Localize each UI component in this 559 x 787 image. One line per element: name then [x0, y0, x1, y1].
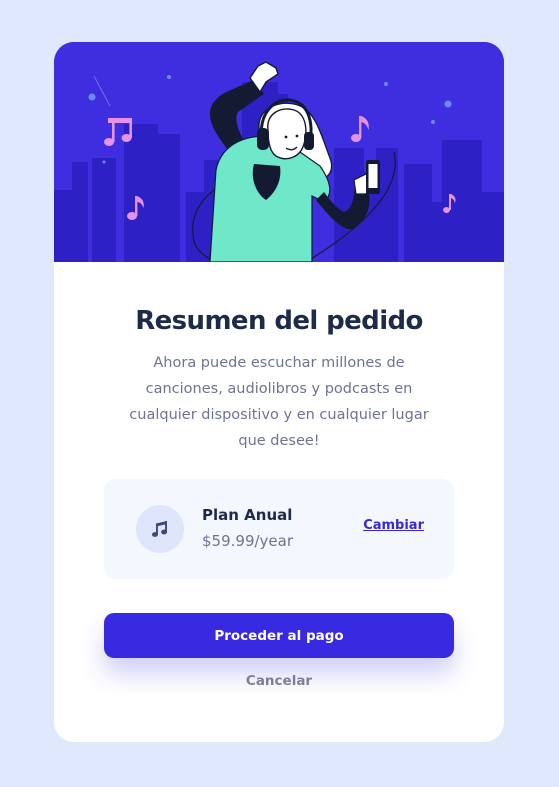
plan-name: Plan Anual: [202, 506, 293, 524]
cancel-button[interactable]: Cancelar: [54, 670, 504, 692]
proceed-to-payment-button[interactable]: Proceder al pago: [104, 613, 454, 658]
plan-price: $59.99/year: [202, 532, 294, 550]
change-plan-link[interactable]: Cambiar: [363, 517, 424, 535]
plan-summary-box: Plan Anual $59.99/year Cambiar: [104, 479, 454, 579]
hero-illustration: [54, 42, 504, 262]
music-note-icon: [136, 505, 184, 553]
order-summary-card: Resumen del pedido Ahora puede escuchar …: [54, 42, 504, 742]
page-title: Resumen del pedido: [135, 306, 423, 336]
summary-description: Ahora puede escuchar millones de cancion…: [129, 355, 429, 449]
phone-icon: [366, 160, 380, 194]
